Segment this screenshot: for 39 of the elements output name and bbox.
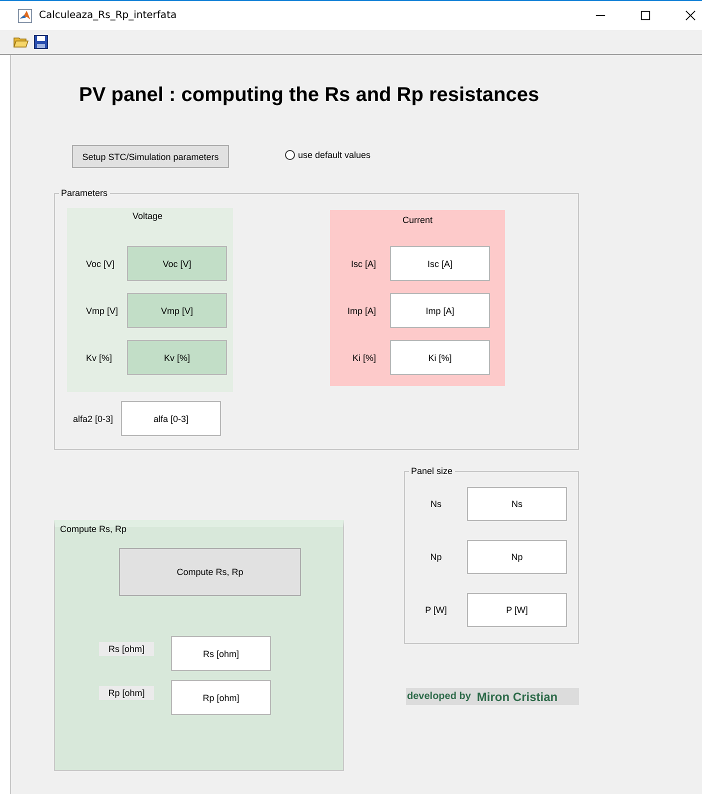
input-field[interactable]: Imp [A] xyxy=(390,293,490,328)
heading: PV panel : computing the Rs and Rp resistances xyxy=(79,83,540,107)
input-field[interactable]: Voc [V] xyxy=(127,246,227,281)
input-field[interactable]: alfa [0-3] xyxy=(121,401,221,436)
maximize-icon[interactable] xyxy=(640,10,651,21)
field-label: Rs [ohm] xyxy=(99,642,154,656)
panel-title: Parameters xyxy=(59,188,110,199)
field-label: alfa2 [0-3] xyxy=(72,414,114,424)
field-label: Rp [ohm] xyxy=(99,686,154,700)
panel-title: Current xyxy=(402,214,432,226)
input-field[interactable]: Ki [%] xyxy=(390,340,490,375)
credit-label: developed by Miron Cristian xyxy=(406,688,579,705)
field-label: Voc [V] xyxy=(85,258,116,268)
field-label: Np xyxy=(429,552,443,562)
input-field[interactable]: Vmp [V] xyxy=(127,293,227,328)
panel-title: Compute Rs, Rp xyxy=(60,524,127,535)
setup-button[interactable]: Setup STC/Simulation parameters xyxy=(72,145,229,168)
panel-title: Panel size xyxy=(409,466,455,477)
input-field[interactable]: P [W] xyxy=(467,593,567,627)
radio-label: use default values xyxy=(298,150,371,160)
field-label: Ki [%] xyxy=(351,352,377,362)
field-label: Isc [A] xyxy=(350,258,377,268)
input-field[interactable]: Isc [A] xyxy=(390,246,490,281)
app-icon xyxy=(18,8,32,22)
field-label: Ns xyxy=(430,499,442,509)
field-label: P [W] xyxy=(424,605,448,615)
input-field[interactable]: Np xyxy=(467,540,567,574)
input-field[interactable]: Rs [ohm] xyxy=(171,636,271,671)
field-label: Kv [%] xyxy=(85,352,114,362)
field-label: Vmp [V] xyxy=(85,306,120,316)
panel-title: Voltage xyxy=(132,210,163,222)
radio-button[interactable] xyxy=(285,150,295,160)
input-field[interactable]: Kv [%] xyxy=(127,340,227,375)
input-field[interactable]: Rp [ohm] xyxy=(171,680,271,715)
compute-button[interactable]: Compute Rs, Rp xyxy=(119,548,301,596)
field-label: Imp [A] xyxy=(346,306,377,316)
close-icon[interactable] xyxy=(685,10,696,21)
input-field[interactable]: Ns xyxy=(467,487,567,521)
window-title: Calculeaza_Rs_Rp_interfata xyxy=(39,10,177,21)
